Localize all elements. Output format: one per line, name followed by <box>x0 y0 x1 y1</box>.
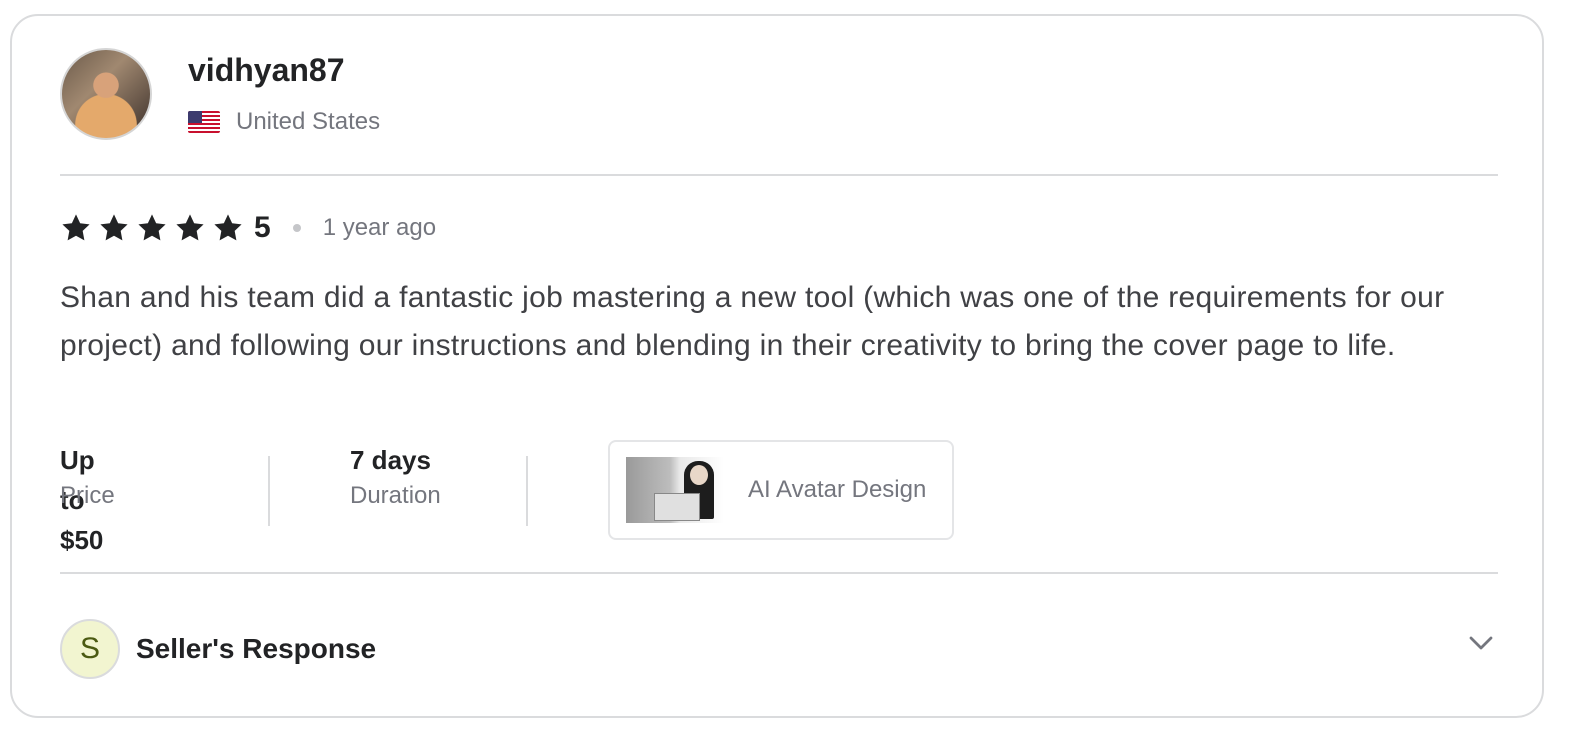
duration-info: 7 days Duration <box>350 440 441 510</box>
star-icon <box>138 214 166 241</box>
reviewer-avatar[interactable] <box>60 48 152 140</box>
duration-value: 7 days <box>350 445 431 475</box>
response-divider <box>60 572 1498 574</box>
star-icon <box>214 214 242 241</box>
star-icon <box>62 214 90 241</box>
us-flag-icon <box>188 111 220 133</box>
rating-value: 5 <box>254 211 271 244</box>
star-icon <box>100 214 128 241</box>
chevron-down-icon[interactable] <box>1466 628 1496 658</box>
duration-label: Duration <box>350 482 441 509</box>
star-icon <box>176 214 204 241</box>
price-info: Up to $50 Price <box>60 440 115 555</box>
review-text: Shan and his team did a fantastic job ma… <box>60 281 1445 362</box>
review-card: vidhyan87 United States 5 1 year ago Sha… <box>10 14 1544 718</box>
header-divider <box>60 174 1498 176</box>
star-rating <box>60 212 250 244</box>
seller-response-label: Seller's Response <box>136 633 377 664</box>
meta-divider <box>526 456 528 526</box>
price-label: Price <box>60 482 115 509</box>
seller-avatar: S <box>60 619 120 679</box>
meta-divider <box>268 456 270 526</box>
thumbnail-newspaper <box>654 493 700 521</box>
rating-row: 5 1 year ago <box>60 208 436 248</box>
price-value: Up to $50 <box>60 445 104 555</box>
reviewer-username[interactable]: vidhyan87 <box>188 52 345 89</box>
separator-dot <box>292 224 301 232</box>
reviewer-country: United States <box>188 108 380 136</box>
gig-link[interactable]: AI Avatar Design <box>608 440 954 540</box>
country-name: United States <box>236 108 381 135</box>
gig-title: AI Avatar Design <box>748 476 927 503</box>
thumbnail-face <box>690 465 708 485</box>
seller-response-toggle[interactable]: S Seller's Response <box>60 616 1500 682</box>
gig-thumbnail <box>626 457 724 523</box>
review-time: 1 year ago <box>322 214 437 241</box>
